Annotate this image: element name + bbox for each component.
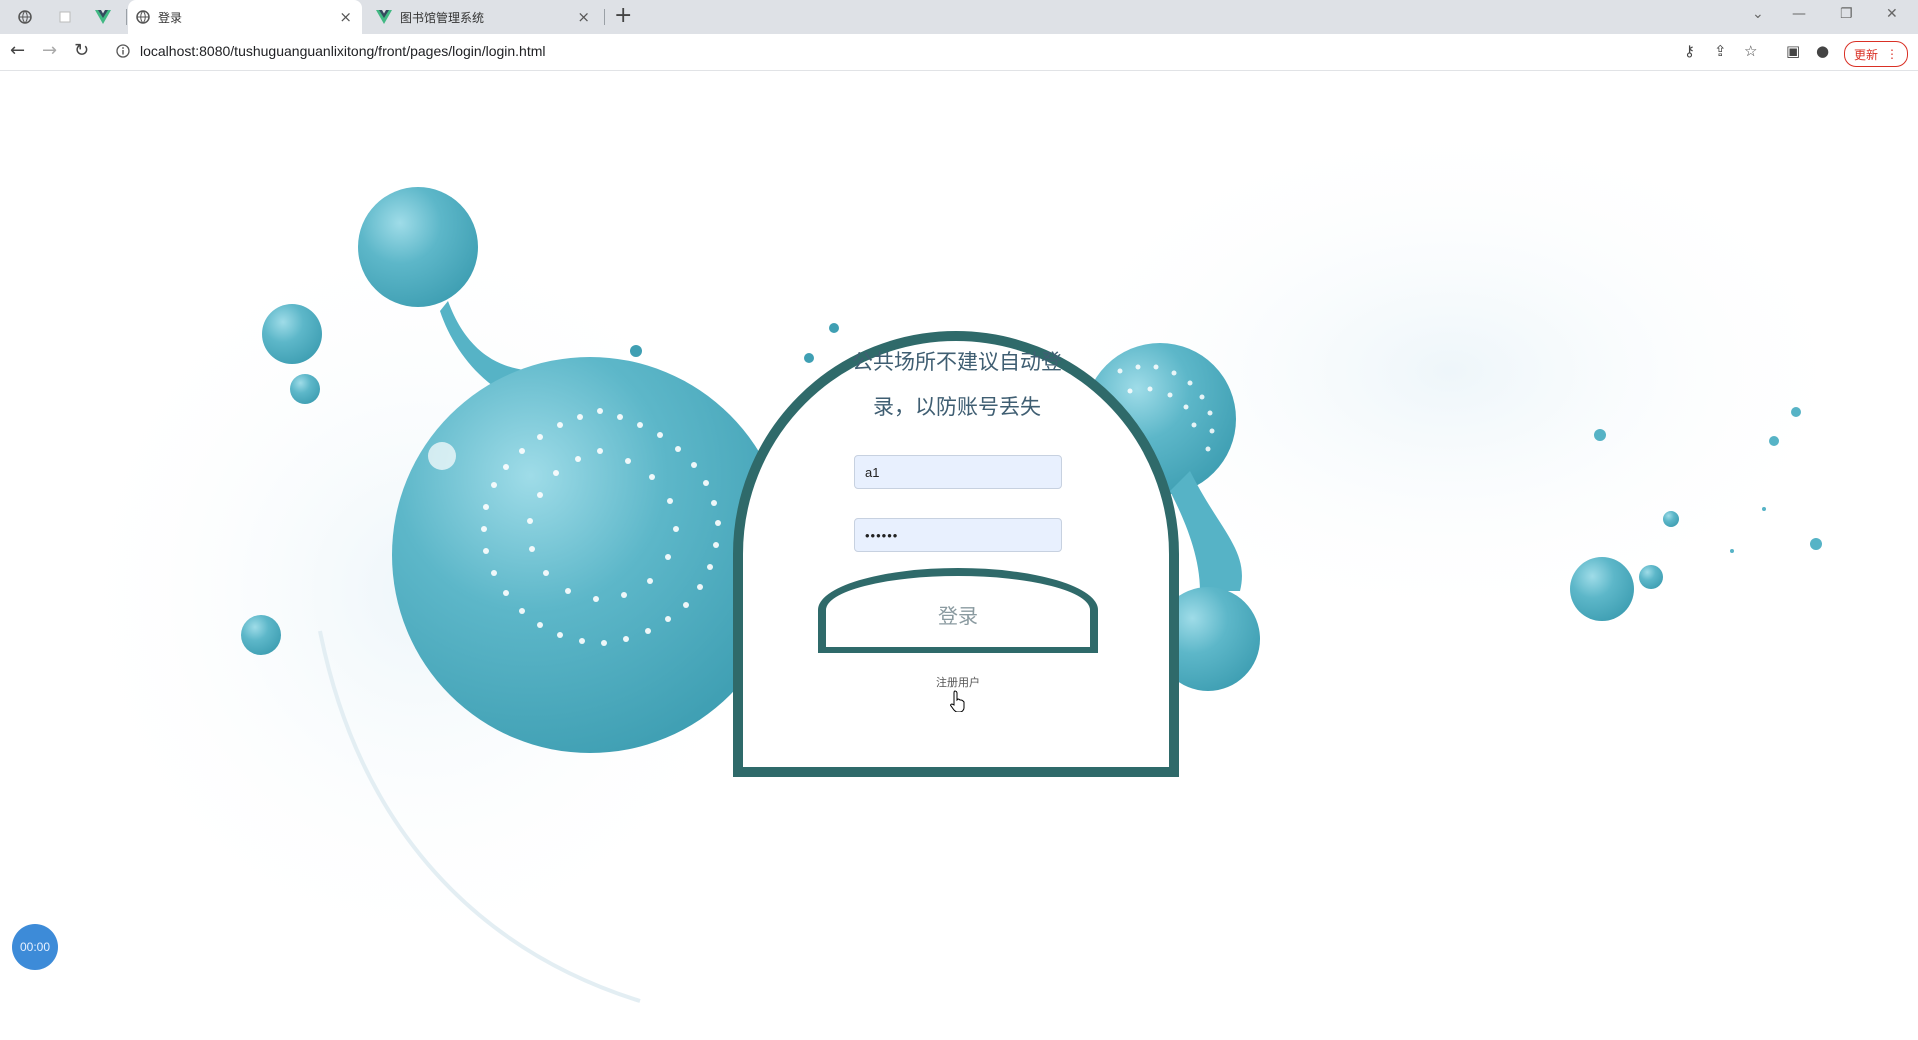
update-browser-button[interactable]: 更新 ⋮ bbox=[1844, 41, 1908, 67]
tab-login[interactable]: 登录 × bbox=[128, 0, 362, 34]
forward-icon[interactable]: → bbox=[42, 40, 57, 61]
hand-cursor-icon bbox=[950, 690, 965, 712]
pinned-tab-1[interactable] bbox=[10, 0, 40, 34]
reload-icon[interactable]: ↻ bbox=[74, 40, 89, 61]
vue-logo-icon bbox=[376, 10, 392, 24]
close-window-icon[interactable]: ✕ bbox=[1886, 6, 1898, 22]
close-tab-icon[interactable]: × bbox=[577, 8, 590, 26]
profile-icon[interactable]: ● bbox=[1816, 42, 1829, 60]
tab-library-system[interactable]: 图书馆管理系统 × bbox=[370, 0, 600, 34]
restore-icon[interactable]: ❐ bbox=[1840, 6, 1853, 22]
browser-tab-strip: 登录 × 图书馆管理系统 × + ⌄ — ❐ ✕ bbox=[0, 0, 1918, 34]
username-input[interactable]: a1 bbox=[854, 455, 1062, 489]
key-icon[interactable]: ⚷ bbox=[1684, 42, 1695, 60]
login-button-label: 登录 bbox=[938, 604, 978, 628]
tab-title: 登录 bbox=[158, 10, 183, 25]
notice-line-1: 公共场所不建议自动登 bbox=[852, 350, 1062, 374]
site-info-icon[interactable] bbox=[116, 44, 130, 58]
bookmark-star-icon[interactable]: ☆ bbox=[1744, 42, 1757, 60]
login-page bbox=[0, 71, 1918, 1040]
minimize-icon[interactable]: — bbox=[1792, 6, 1806, 22]
share-icon[interactable]: ⇪ bbox=[1714, 42, 1727, 60]
password-value: •••••• bbox=[865, 527, 899, 543]
vue-logo-icon bbox=[95, 10, 111, 24]
globe-icon bbox=[136, 10, 150, 24]
password-input[interactable]: •••••• bbox=[854, 518, 1062, 552]
blank-tab-icon bbox=[59, 11, 71, 23]
auto-login-notice: 公共场所不建议自动登 录，以防账号丢失 bbox=[812, 340, 1102, 430]
browser-toolbar: ← → ↻ localhost:8080/tushuguanguanlixito… bbox=[0, 34, 1918, 71]
more-menu-icon[interactable]: ⋮ bbox=[1886, 47, 1898, 61]
recording-timer: 00:00 bbox=[12, 924, 58, 970]
side-panel-icon[interactable]: ▣ bbox=[1786, 42, 1800, 60]
pinned-tab-3[interactable] bbox=[88, 0, 118, 34]
pinned-tab-2[interactable] bbox=[50, 0, 80, 34]
register-link[interactable]: 注册用户 bbox=[918, 674, 998, 690]
tab-title: 图书馆管理系统 bbox=[400, 10, 485, 25]
login-button[interactable]: 登录 bbox=[818, 568, 1098, 653]
globe-icon bbox=[18, 10, 32, 24]
notice-line-2: 录，以防账号丢失 bbox=[873, 395, 1041, 419]
tab-search-icon[interactable]: ⌄ bbox=[1752, 6, 1764, 22]
close-tab-icon[interactable]: × bbox=[339, 8, 352, 26]
username-value: a1 bbox=[865, 464, 880, 480]
new-tab-button[interactable]: + bbox=[614, 3, 632, 28]
address-bar[interactable]: localhost:8080/tushuguanguanlixitong/fro… bbox=[140, 43, 546, 59]
back-icon[interactable]: ← bbox=[10, 40, 25, 61]
update-label: 更新 bbox=[1853, 47, 1878, 62]
